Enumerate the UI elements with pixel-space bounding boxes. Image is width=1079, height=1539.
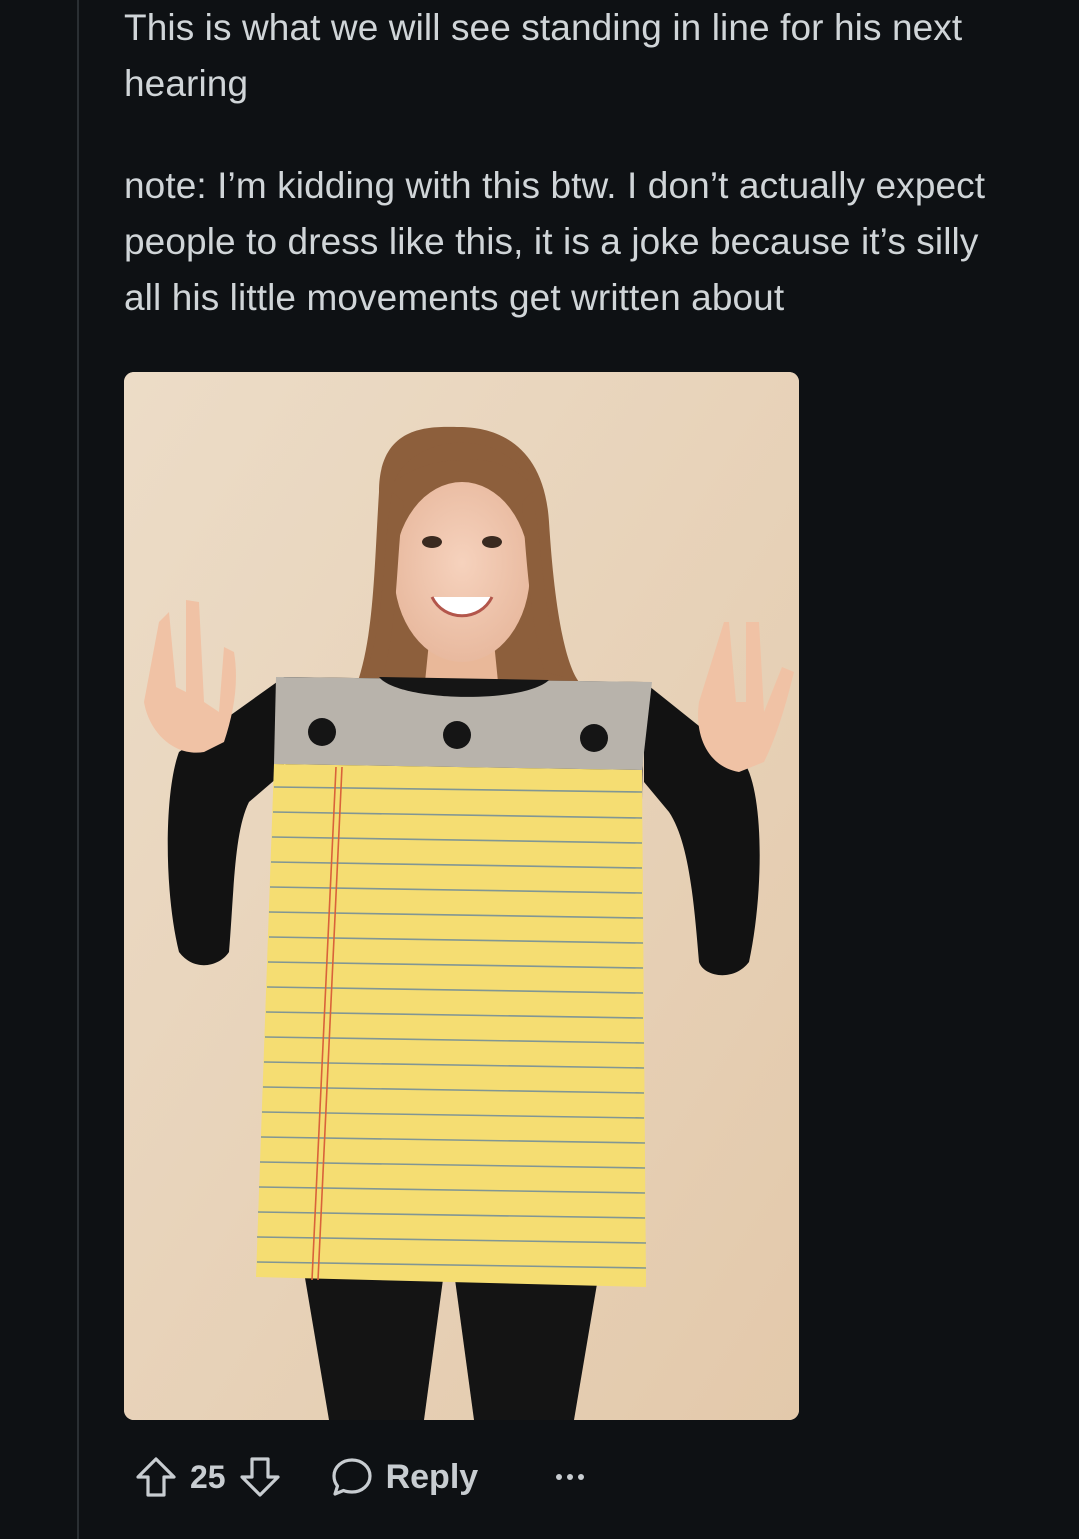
vote-count: 25 — [190, 1458, 226, 1495]
downvote-button[interactable] — [228, 1445, 292, 1509]
more-options-button[interactable] — [556, 1457, 585, 1497]
reply-label: Reply — [385, 1457, 479, 1496]
upvote-button[interactable] — [124, 1445, 188, 1509]
comment-paragraph: note: I’m kidding with this btw. I don’t… — [124, 165, 986, 318]
ellipsis-icon — [556, 1474, 563, 1480]
reply-button[interactable]: Reply — [330, 1455, 479, 1499]
comment-actions: 25 Reply — [124, 1445, 585, 1509]
comment-paragraph: This is what we will see standing in lin… — [124, 7, 963, 104]
thread-line[interactable] — [77, 0, 79, 1539]
ellipsis-icon — [567, 1474, 574, 1480]
comment-image[interactable] — [124, 372, 799, 1420]
ellipsis-icon — [578, 1474, 585, 1480]
speech-bubble-icon — [331, 1458, 372, 1496]
comment: This is what we will see standing in lin… — [124, 0, 1024, 326]
upvote-arrow-icon — [136, 1457, 176, 1497]
comment-body: This is what we will see standing in lin… — [124, 0, 1024, 326]
downvote-arrow-icon — [239, 1457, 280, 1497]
